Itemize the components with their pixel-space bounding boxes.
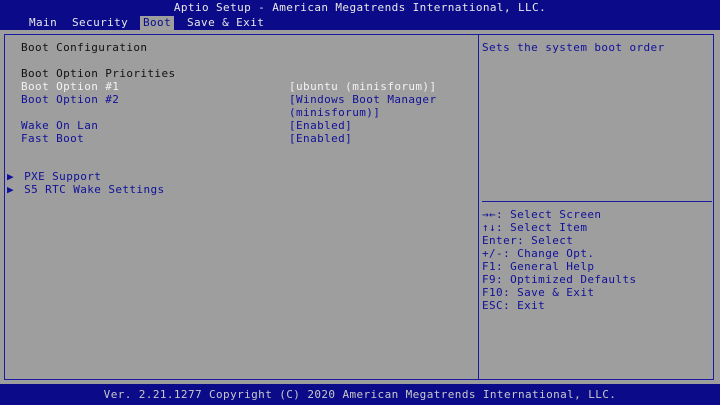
submenu-label: PXE Support	[24, 170, 102, 183]
help-key-change-opt: +/-: Change Opt.	[482, 247, 595, 260]
footer-version: Ver. 2.21.1277 Copyright (C) 2020 Americ…	[0, 384, 720, 405]
help-key-general-help: F1: General Help	[482, 260, 595, 273]
help-key-select-screen: →←: Select Screen	[482, 208, 602, 221]
submenu-arrow-icon: ▶	[7, 183, 15, 196]
submenu-s5-rtc-wake[interactable]: ▶ S5 RTC Wake Settings	[7, 183, 165, 196]
tab-save-exit[interactable]: Save & Exit	[184, 16, 267, 30]
submenu-label: S5 RTC Wake Settings	[24, 183, 165, 196]
help-separator	[482, 201, 712, 202]
boot-option-2-label[interactable]: Boot Option #2	[21, 93, 119, 106]
boot-option-1-value[interactable]: [ubuntu (minisforum)]	[289, 80, 436, 93]
section-title: Boot Configuration	[21, 41, 148, 54]
help-key-save-exit: F10: Save & Exit	[482, 286, 595, 299]
boot-option-2-value[interactable]: [Windows Boot Manager	[289, 93, 436, 106]
submenu-arrow-icon: ▶	[7, 170, 15, 183]
tab-security[interactable]: Security	[69, 16, 131, 30]
help-key-select-item: ↑↓: Select Item	[482, 221, 588, 234]
boot-option-1-label[interactable]: Boot Option #1	[21, 80, 119, 93]
menu-bar: Main Security Boot Save & Exit	[0, 16, 720, 30]
help-description: Sets the system boot order	[482, 41, 665, 54]
priorities-heading: Boot Option Priorities	[21, 67, 176, 80]
fast-boot-value[interactable]: [Enabled]	[289, 132, 352, 145]
help-key-enter: Enter: Select	[482, 234, 574, 247]
help-key-esc-exit: ESC: Exit	[482, 299, 546, 312]
tab-main[interactable]: Main	[26, 16, 60, 30]
main-area: Boot Configuration Boot Option Prioritie…	[0, 30, 720, 384]
wake-on-lan-label[interactable]: Wake On Lan	[21, 119, 98, 132]
fast-boot-label[interactable]: Fast Boot	[21, 132, 84, 145]
window-title: Aptio Setup - American Megatrends Intern…	[0, 0, 720, 16]
submenu-pxe-support[interactable]: ▶ PXE Support	[7, 170, 101, 183]
tab-boot[interactable]: Boot	[140, 16, 175, 30]
boot-option-2-value-cont[interactable]: (minisforum)]	[289, 106, 380, 119]
help-key-optimized-defaults: F9: Optimized Defaults	[482, 273, 637, 286]
panel-divider	[478, 34, 479, 380]
wake-on-lan-value[interactable]: [Enabled]	[289, 119, 352, 132]
